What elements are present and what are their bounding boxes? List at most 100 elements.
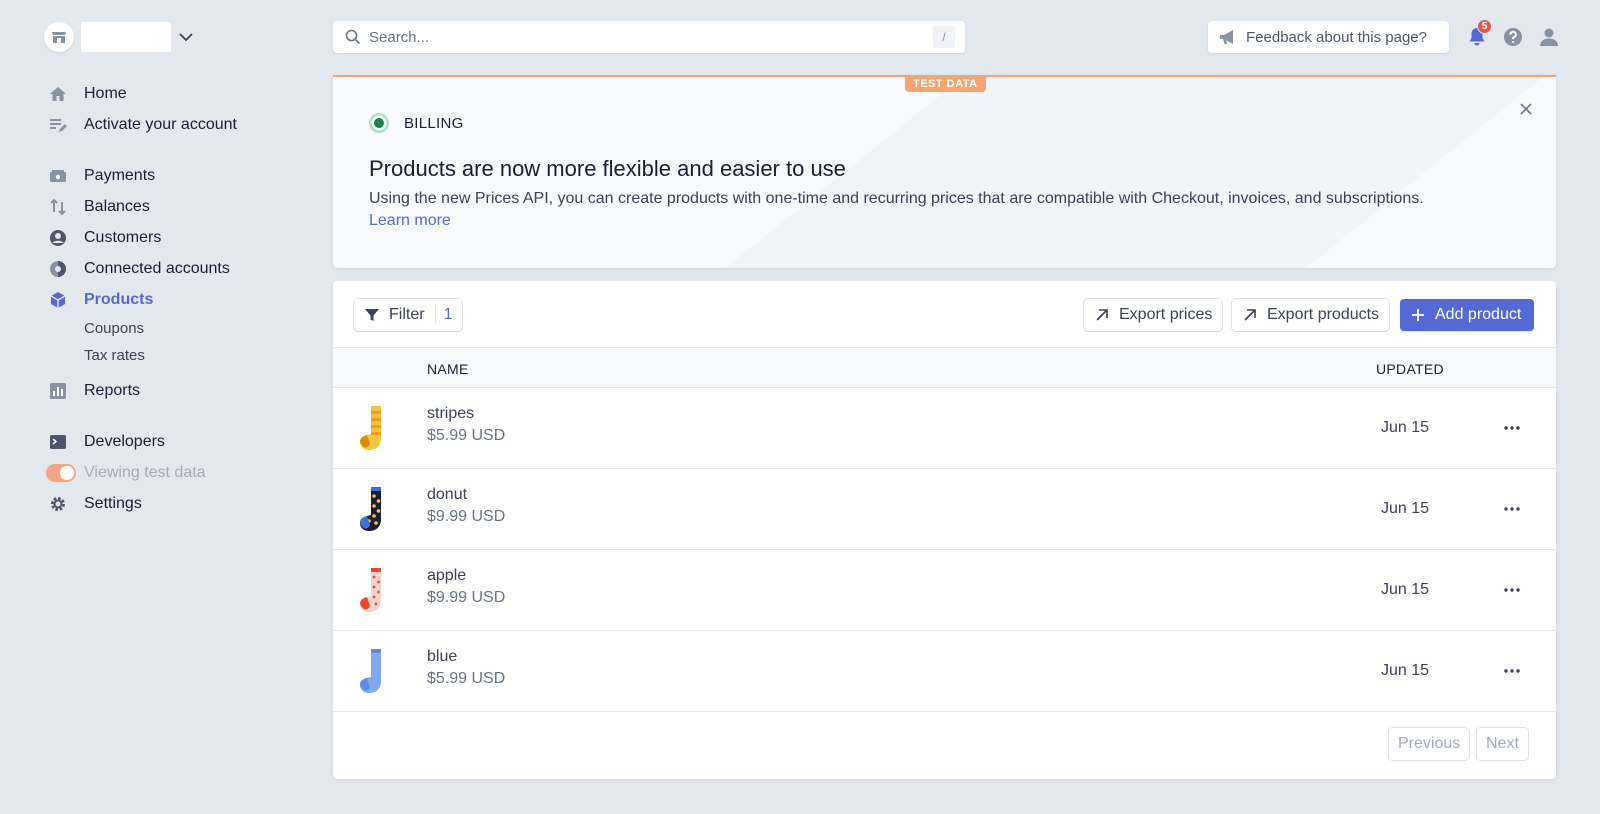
test-data-tag: TEST DATA [905,77,986,92]
more-options-icon[interactable] [1501,661,1523,681]
user-icon[interactable] [1536,24,1562,50]
stripes-sock-image [360,406,381,450]
column-header-name[interactable]: NAME [427,361,469,377]
learn-more-link[interactable]: Learn more [369,212,451,230]
sidebar-item-label: Coupons [84,320,145,337]
sidebar-item-connected-accounts[interactable]: Connected accounts [48,253,308,284]
table-row[interactable]: apple $9.99 USD Jun 15 [333,550,1556,631]
sidebar-item-balances[interactable]: Balances [48,191,308,222]
sidebar-item-label: Activate your account [84,115,237,133]
previous-page-button[interactable]: Previous [1389,728,1470,760]
table-row[interactable]: donut $9.99 USD Jun 15 [333,469,1556,550]
account-switcher[interactable] [44,22,195,52]
sidebar-item-products[interactable]: Products [48,284,308,315]
close-icon[interactable] [1518,101,1534,117]
notification-badge: 5 [1477,19,1492,34]
column-header-updated[interactable]: UPDATED [1376,361,1444,377]
sidebar: Home Activate your account Payments Bala… [0,0,320,814]
sidebar-item-settings[interactable]: Settings [48,488,308,519]
sidebar-item-customers[interactable]: Customers [48,222,308,253]
chevron-down-icon[interactable] [177,28,195,46]
sidebar-item-label: Home [84,84,127,102]
sidebar-item-label: Payments [84,166,156,184]
sidebar-item-label: Connected accounts [84,259,230,277]
sidebar-item-reports[interactable]: Reports [48,375,308,406]
search-shortcut-key: / [933,26,955,48]
sidebar-item-developers[interactable]: Developers [48,426,308,457]
sidebar-nav: Home Activate your account Payments Bala… [46,78,308,519]
apple-sock-image [360,568,381,612]
product-updated: Jun 15 [1381,581,1430,598]
banner-label: BILLING [368,112,464,134]
search-icon [345,29,361,45]
table-row[interactable]: stripes $5.99 USD Jun 15 [333,388,1556,469]
test-data-toggle[interactable]: Viewing test data [46,457,308,488]
sidebar-item-activate[interactable]: Activate your account [48,109,308,140]
product-name: donut [427,486,468,503]
export-prices-button[interactable]: Export prices [1084,299,1223,331]
gear-icon [48,494,68,514]
sidebar-item-label: Balances [84,197,150,215]
feedback-label: Feedback about this page? [1246,28,1427,46]
customers-icon [48,228,68,248]
sidebar-item-coupons[interactable]: Coupons [48,315,308,342]
developers-icon [48,432,68,452]
help-icon[interactable] [1500,24,1526,50]
payments-icon [48,166,68,186]
sidebar-item-home[interactable]: Home [48,78,308,109]
balances-icon [48,197,68,217]
product-updated: Jun 15 [1381,500,1430,517]
filter-label: Filter [389,306,425,323]
product-updated: Jun 15 [1381,662,1430,679]
product-price: $5.99 USD [427,670,506,687]
banner-title: Products are now more flexible and easie… [369,156,846,181]
billing-announcement-banner: TEST DATA BILLING Products are now more … [333,75,1556,268]
banner-text: Using the new Prices API, you can create… [369,190,1424,207]
filter-count: 1 [434,305,452,325]
arrow-up-right-icon [1096,309,1108,321]
add-product-label: Add product [1435,306,1522,323]
plus-icon [1412,309,1424,321]
filter-button[interactable]: Filter 1 [354,299,463,331]
header-icons: 5 [1464,19,1572,50]
more-options-icon[interactable] [1501,499,1523,519]
sidebar-item-tax-rates[interactable]: Tax rates [48,342,308,369]
sidebar-item-label: Products [84,290,154,308]
next-page-button[interactable]: Next [1477,728,1528,760]
product-price: $9.99 USD [427,508,506,525]
export-prices-label: Export prices [1119,306,1213,323]
product-name: stripes [427,405,475,422]
sidebar-item-payments[interactable]: Payments [48,160,308,191]
arrow-up-right-icon [1244,309,1256,321]
products-icon [48,290,68,310]
more-options-icon[interactable] [1501,580,1523,600]
sidebar-item-label: Customers [84,228,162,246]
megaphone-icon [1220,30,1233,44]
more-options-icon[interactable] [1501,418,1523,438]
export-products-label: Export products [1267,306,1380,323]
account-name [81,22,171,52]
product-name: blue [427,648,458,665]
sidebar-item-label: Developers [84,432,165,450]
toggle-switch[interactable] [46,463,76,482]
add-product-button[interactable]: Add product [1400,299,1534,331]
home-icon [48,84,68,104]
feedback-button[interactable]: Feedback about this page? [1208,21,1449,53]
store-icon [44,22,74,52]
bell-icon[interactable]: 5 [1464,19,1492,50]
product-price: $5.99 USD [427,427,506,444]
sidebar-item-label: Tax rates [84,347,145,364]
search-input[interactable] [369,28,933,46]
filter-icon [365,309,379,321]
connected-accounts-icon [48,259,68,279]
export-products-button[interactable]: Export products [1232,299,1390,331]
blue-sock-image [360,649,381,693]
table-row[interactable]: blue $5.99 USD Jun 15 [333,631,1556,712]
table-header: NAME UPDATED [333,347,1556,388]
product-price: $9.99 USD [427,589,506,606]
activate-icon [48,115,68,135]
sidebar-item-label: Settings [84,494,142,512]
search-bar[interactable]: / [333,21,965,53]
products-card: Filter 1 Export prices Export products A… [333,281,1556,779]
billing-icon [369,113,389,133]
